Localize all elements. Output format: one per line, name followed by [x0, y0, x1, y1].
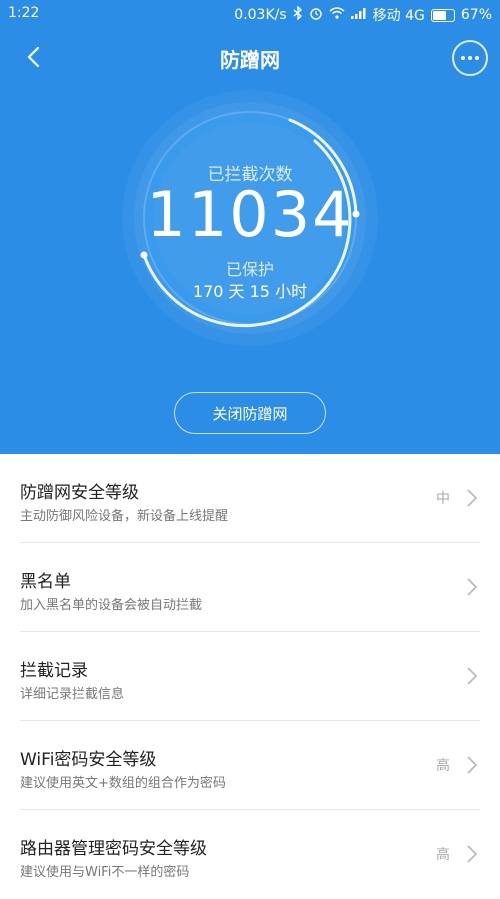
- setting-subtitle: 主动防御风险设备，新设备上线提醒: [20, 509, 229, 524]
- setting-value: 中: [436, 491, 450, 507]
- close-protection-button[interactable]: 关闭防蹭网: [174, 392, 326, 434]
- chevron-right-icon: [467, 667, 478, 685]
- blocked-count-value: 11034: [146, 178, 354, 251]
- setting-subtitle: 详细记录拦截信息: [20, 687, 125, 702]
- status-bar: 1:22 0.03K/s 移动 4G 67%: [0, 0, 500, 28]
- page-title: 防蹭网: [220, 48, 280, 72]
- setting-row-wifi-password[interactable]: WiFi密码安全等级 建议使用英文+数组的组合作为密码 高: [0, 721, 500, 810]
- chevron-right-icon: [467, 845, 478, 863]
- setting-title: 拦截记录: [20, 661, 88, 681]
- battery-icon: [430, 8, 455, 22]
- alarm-icon: [309, 6, 323, 24]
- network-speed: 0.03K/s: [234, 7, 287, 23]
- carrier-label: 移动 4G: [372, 8, 425, 24]
- setting-subtitle: 建议使用与WiFi不一样的密码: [20, 865, 190, 880]
- status-icons: 0.03K/s 移动 4G 67%: [234, 5, 492, 25]
- nav-bar: 防蹭网: [0, 36, 500, 80]
- protected-label: 已保护: [225, 260, 274, 279]
- setting-row-router-password[interactable]: 路由器管理密码安全等级 建议使用与WiFi不一样的密码 高: [0, 810, 500, 899]
- setting-subtitle: 建议使用英文+数组的组合作为密码: [20, 776, 226, 791]
- status-time: 1:22: [8, 5, 40, 21]
- setting-subtitle: 加入黑名单的设备会被自动拦截: [20, 598, 203, 613]
- wifi-icon: [329, 7, 345, 23]
- more-options-button[interactable]: [452, 40, 488, 76]
- setting-row-blacklist[interactable]: 黑名单 加入黑名单的设备会被自动拦截: [0, 543, 500, 632]
- chevron-right-icon: [467, 489, 478, 507]
- settings-list: 防蹭网安全等级 主动防御风险设备，新设备上线提醒 中 黑名单 加入黑名单的设备会…: [0, 454, 500, 899]
- bluetooth-icon: [293, 5, 303, 24]
- setting-row-block-log[interactable]: 拦截记录 详细记录拦截信息: [0, 632, 500, 721]
- setting-row-protection-level[interactable]: 防蹭网安全等级 主动防御风险设备，新设备上线提醒 中: [0, 454, 500, 543]
- setting-title: 路由器管理密码安全等级: [20, 839, 207, 859]
- setting-title: 黑名单: [20, 572, 71, 592]
- more-dots-icon: [461, 56, 479, 60]
- battery-percent: 67%: [460, 7, 492, 23]
- setting-value: 高: [436, 847, 450, 863]
- chevron-right-icon: [467, 578, 478, 596]
- setting-title: WiFi密码安全等级: [20, 750, 157, 770]
- protected-duration: 170 天 15 小时: [192, 282, 308, 301]
- chevron-right-icon: [467, 756, 478, 774]
- setting-value: 高: [436, 758, 450, 774]
- hero-panel: 1:22 0.03K/s 移动 4G 67% 防蹭网 已拦截次数 11034 已…: [0, 0, 500, 454]
- signal-icon: [350, 7, 367, 23]
- setting-title: 防蹭网安全等级: [20, 483, 139, 503]
